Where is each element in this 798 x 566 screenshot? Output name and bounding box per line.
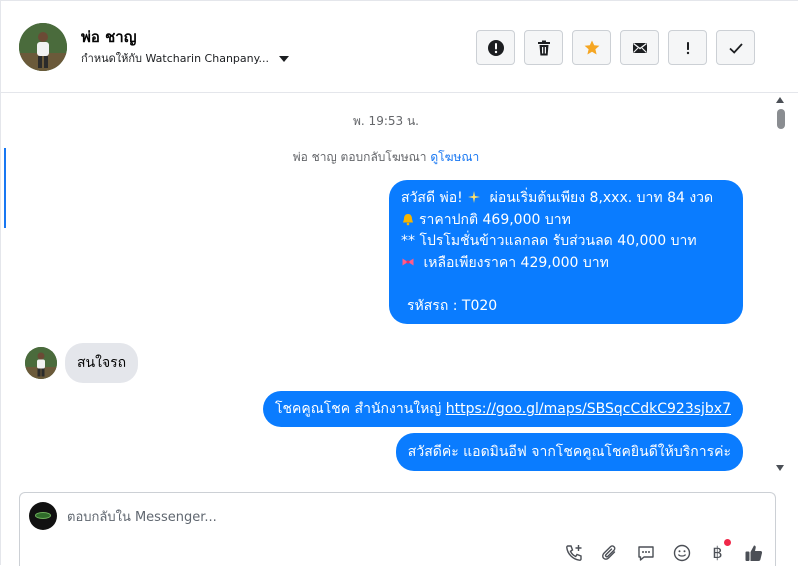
ribbon-icon [402,258,414,265]
sparkles-icon [468,191,481,203]
assign-dropdown[interactable]: กำหนดให้กับ Watcharin Chanpany... [81,49,290,67]
contact-avatar-small [25,347,57,379]
saved-replies-button[interactable] [634,541,657,564]
star-icon [584,40,599,54]
check-icon [728,42,743,54]
payment-button[interactable]: ฿ [706,539,731,564]
mark-unread-button[interactable] [620,30,659,65]
exclamation-icon [686,41,689,54]
envelope-icon [632,42,647,53]
notification-dot [724,539,731,546]
emoji-button[interactable] [670,541,693,564]
composer-tools: ฿ [562,539,765,564]
scroll-up-arrow-icon[interactable] [776,97,784,103]
exclamation-circle-icon [487,39,504,56]
timestamp-separator: พ. 19:53 น. [353,114,419,128]
outgoing-message-greeting[interactable]: สวัสดีค่ะ แอดมินอีฟ จากโชคคูณโชคยินดีให้… [395,433,743,471]
delete-button[interactable] [524,30,563,65]
call-add-icon [565,544,582,561]
contact-name: พ่อ ชาญ [81,28,137,46]
like-button[interactable] [742,541,765,564]
thumbs-up-icon [745,545,762,561]
message-thread[interactable]: พ. 19:53 น. พ่อ ชาญ ตอบกลับโฆษณา ดูโฆษณา… [1,93,771,481]
assigned-to-label: กำหนดให้กับ Watcharin Chanpany... [81,52,270,65]
contact-avatar[interactable] [19,23,67,71]
outgoing-message-promo[interactable]: สวัสดี พ่อ! ผ่อนเริ่มต้นเพียง 8,xxx. บาท… [389,180,743,324]
incoming-message[interactable]: สนใจรถ [65,343,139,383]
mark-done-button[interactable] [716,30,755,65]
chevron-down-icon [279,55,290,62]
ad-reply-note: พ่อ ชาญ ตอบกลับโฆษณา ดูโฆษณา [1,148,771,167]
promo-line-2: ราคาปกติ 469,000 บาท [401,210,731,232]
page-avatar [29,502,57,530]
call-button[interactable] [562,541,585,564]
promo-car-code: รหัสรถ : T020 [407,297,498,314]
message-composer: ฿ [19,492,776,566]
map-link[interactable]: https://goo.gl/maps/SBSqcCdkC923sjbx7 [446,401,731,417]
star-button[interactable] [572,30,611,65]
chat-bubble-icon [637,545,654,561]
promo-line-4: เหลือเพียงราคา 429,000 บาท [401,253,731,275]
thread-scrollbar[interactable] [773,93,789,481]
incoming-message-row: สนใจรถ [25,343,139,383]
view-ad-link[interactable]: ดูโฆษณา [430,150,479,164]
attach-button[interactable] [598,541,621,564]
messenger-panel: พ่อ ชาญ กำหนดให้กับ Watcharin Chanpany..… [0,0,798,566]
trash-icon [537,40,550,55]
promo-line-3: ** โปรโมชั่นข้าวแลกลด รับส่วนลด 40,000 บ… [401,233,697,249]
follow-up-button[interactable] [668,30,707,65]
mark-spam-button[interactable] [476,30,515,65]
paperclip-icon [601,544,615,560]
smiley-icon [673,544,690,561]
outgoing-message-location[interactable]: โชคคูณโชค สำนักงานใหญ่ https://goo.gl/ma… [262,391,743,427]
baht-icon: ฿ [712,543,723,562]
header-actions [476,30,755,65]
bell-icon [403,213,413,225]
scroll-down-arrow-icon[interactable] [776,465,784,471]
conversation-header: พ่อ ชาญ กำหนดให้กับ Watcharin Chanpany..… [1,1,798,93]
reply-input[interactable] [67,506,667,528]
promo-line-1: สวัสดี พ่อ! ผ่อนเริ่มต้นเพียง 8,xxx. บาท… [401,190,714,206]
scroll-thumb[interactable] [777,109,785,129]
ad-reply-text: พ่อ ชาญ ตอบกลับโฆษณา [292,150,431,164]
